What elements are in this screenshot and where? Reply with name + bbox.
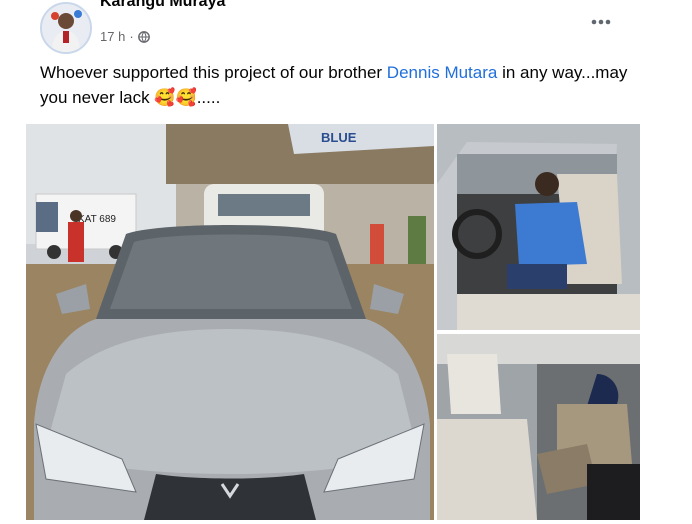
back-seat-image — [437, 334, 640, 520]
post-text-end: ..... — [196, 88, 221, 107]
car-front-image: BLUE KAT 689 — [26, 124, 434, 520]
mention-link[interactable]: Dennis Mutara — [387, 63, 498, 82]
emoji-hearts: 🥰🥰 — [154, 88, 197, 107]
post-text: Whoever supported this project of our br… — [40, 60, 640, 110]
post-time[interactable]: 17 h — [100, 29, 125, 44]
photo-driver-seat[interactable] — [437, 124, 640, 330]
globe-icon[interactable] — [137, 30, 150, 43]
more-options-icon — [591, 19, 611, 25]
post-meta: 17 h · — [100, 29, 150, 44]
author-name[interactable]: Karangu Muraya — [100, 0, 225, 11]
meta-separator: · — [129, 29, 134, 44]
author-avatar[interactable] — [40, 2, 92, 54]
photo-back-seat[interactable] — [437, 334, 640, 520]
banner-text: BLUE — [321, 130, 357, 145]
avatar-image — [42, 4, 90, 52]
post-text-start: Whoever supported this project of our br… — [40, 63, 387, 82]
driver-seat-image — [437, 124, 640, 330]
more-options-button[interactable] — [588, 12, 614, 32]
photo-car-front[interactable]: BLUE KAT 689 — [26, 124, 434, 520]
